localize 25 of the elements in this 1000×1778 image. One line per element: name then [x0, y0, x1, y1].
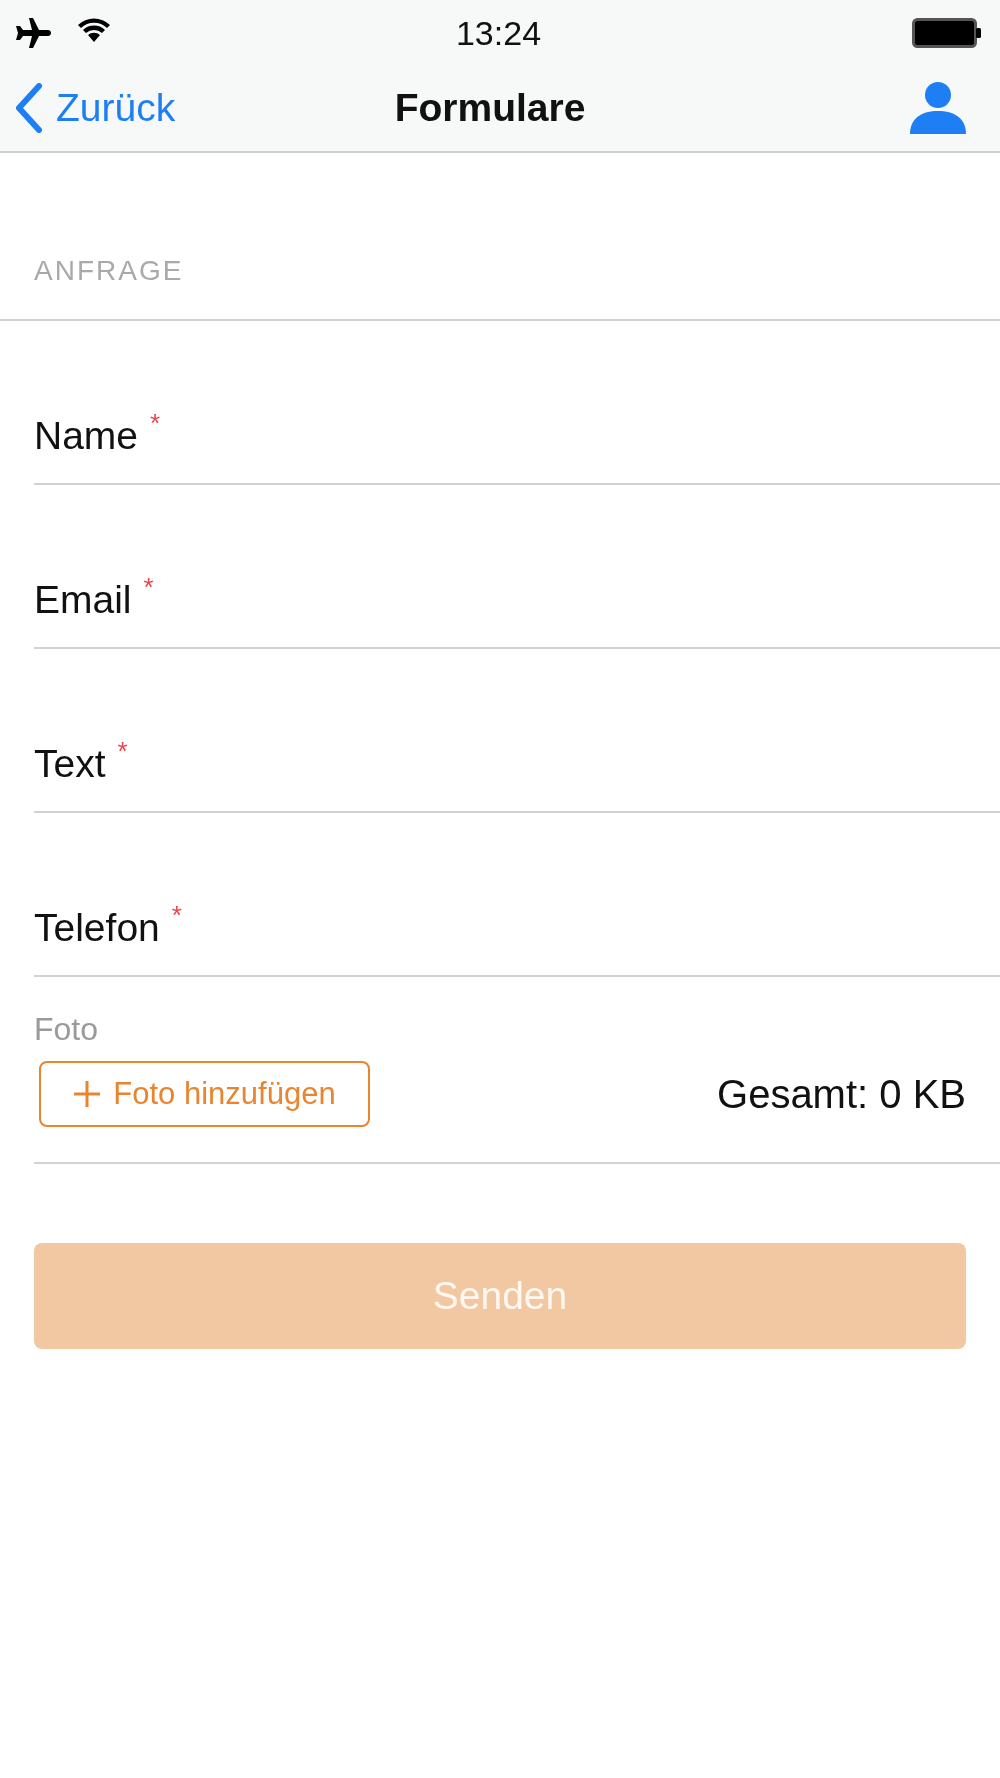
- airplane-icon: [15, 17, 51, 48]
- field-label: Email: [34, 578, 132, 622]
- chevron-left-icon: [14, 83, 44, 133]
- required-asterisk: *: [171, 902, 182, 928]
- plus-icon: [73, 1080, 102, 1108]
- input-field[interactable]: Text *: [34, 649, 1000, 813]
- status-time: 13:24: [455, 12, 542, 53]
- person-icon: [910, 82, 966, 134]
- field-label: Name: [34, 414, 139, 458]
- required-asterisk: *: [117, 738, 128, 764]
- back-button[interactable]: Zurück: [14, 83, 176, 133]
- input-field[interactable]: Name *: [34, 321, 1000, 485]
- required-asterisk: *: [150, 410, 161, 436]
- photo-total-size: Gesamt: 0 KB: [717, 1071, 966, 1117]
- field-label: Telefon: [34, 906, 160, 950]
- input-field[interactable]: Telefon *: [34, 813, 1000, 977]
- battery-icon: [912, 17, 982, 48]
- field-label: Text: [34, 742, 106, 786]
- photo-label: Foto: [34, 1011, 99, 1047]
- section-header: ANFRAGE: [34, 257, 184, 285]
- profile-button[interactable]: [910, 82, 966, 134]
- nav-title: Formulare: [394, 86, 586, 130]
- input-field[interactable]: Email *: [34, 485, 1000, 649]
- wifi-icon: [77, 16, 111, 43]
- required-asterisk: *: [143, 574, 154, 600]
